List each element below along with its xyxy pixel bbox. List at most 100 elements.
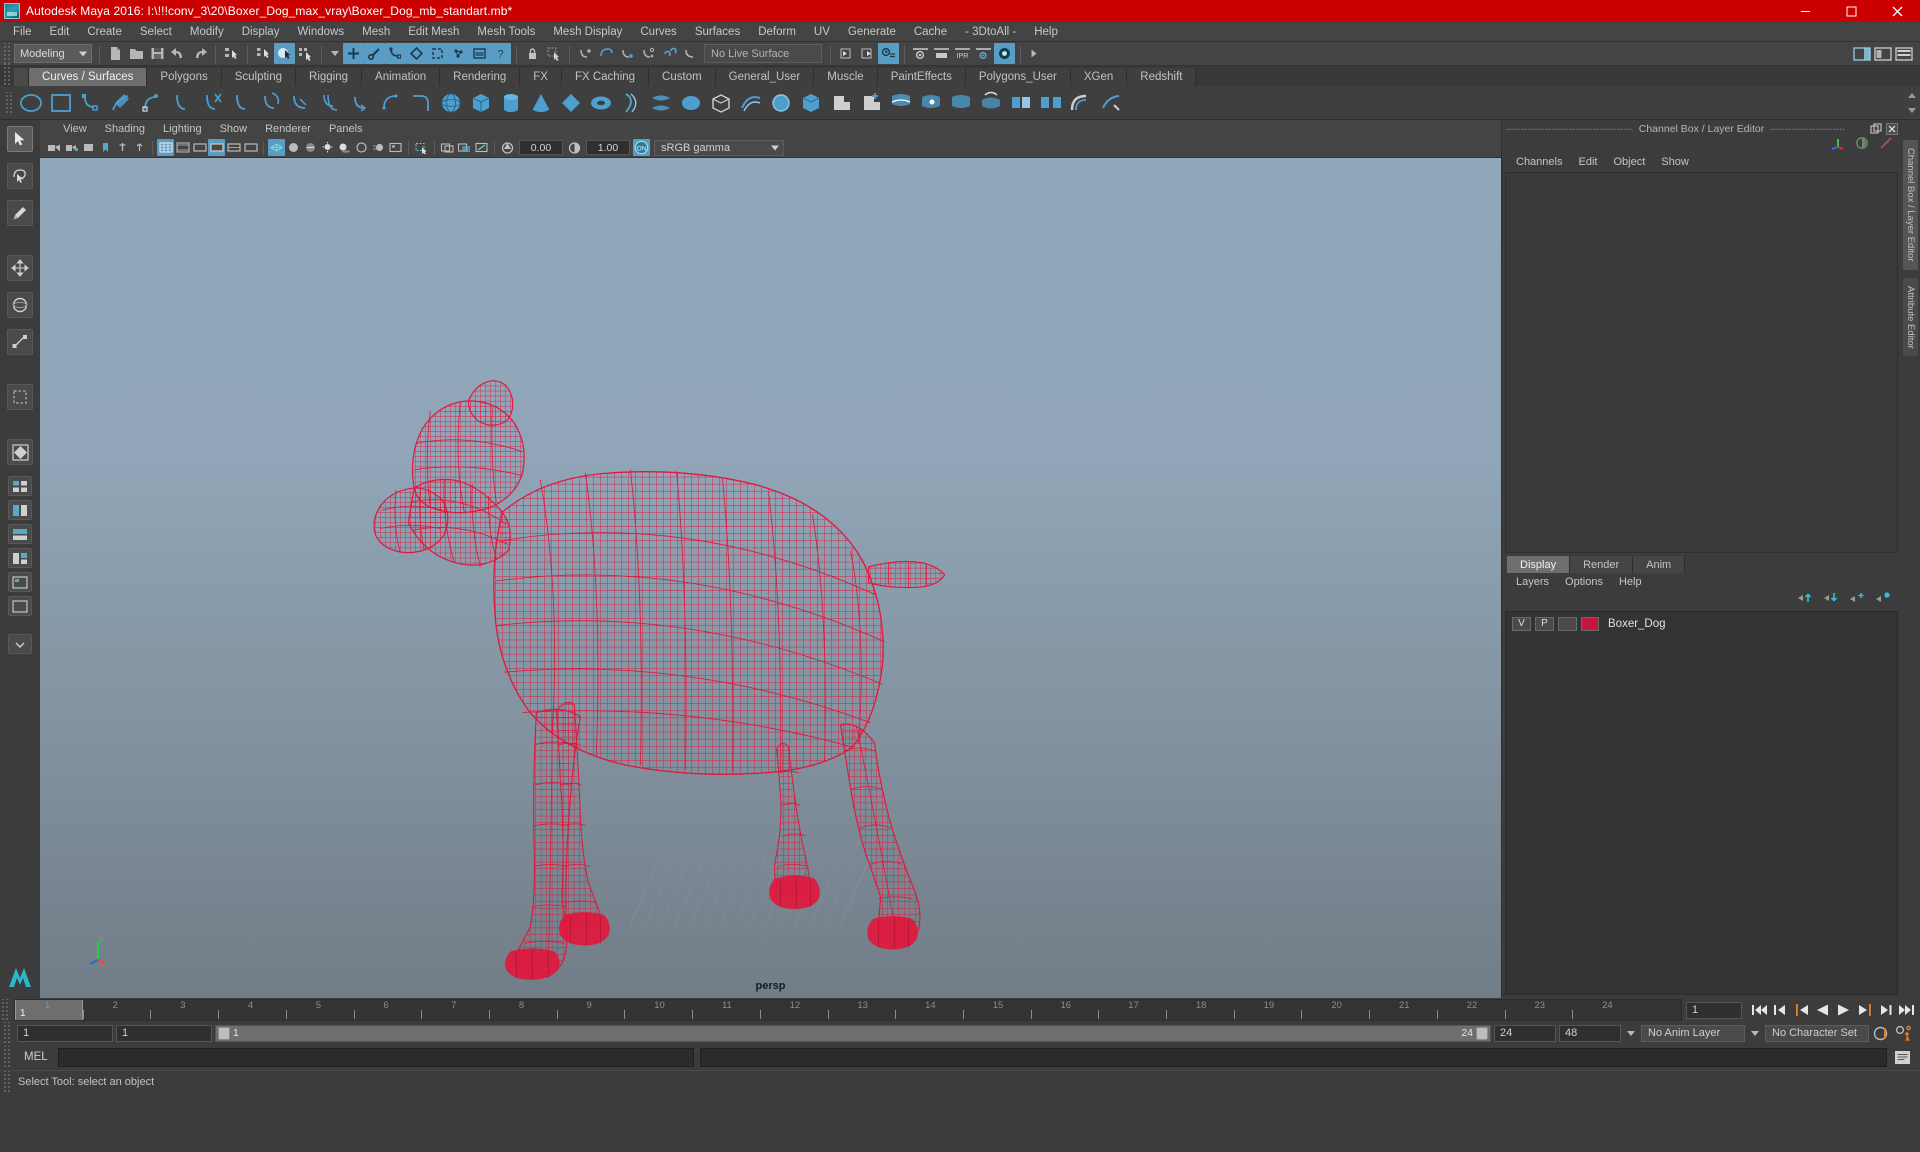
film-gate-icon[interactable] [174,139,191,156]
select-by-line-icon[interactable] [364,43,385,64]
shelf-row-grip[interactable] [4,91,13,114]
help-icon[interactable]: ? [490,43,511,64]
quick-layout-graph-editor[interactable] [8,548,32,568]
loft-icon[interactable] [646,88,676,118]
viewport-menu-panels[interactable]: Panels [320,120,372,138]
close-icon[interactable] [1885,122,1898,135]
range-slider-bar[interactable]: 1 24 [215,1024,1491,1042]
command-line-grip[interactable] [2,1046,11,1068]
range-start-field[interactable]: 1 [17,1024,113,1042]
make-live-icon[interactable] [680,43,701,64]
toolbar-expand-icon[interactable] [1031,49,1037,58]
project-curve-icon[interactable] [976,88,1006,118]
bezier-curve-tool-icon[interactable] [136,88,166,118]
nurbs-cone-icon[interactable] [526,88,556,118]
new-layer-icon[interactable] [1849,591,1865,609]
layer-menu-layers[interactable]: Layers [1508,576,1557,588]
view-transform-toggle-icon[interactable]: ON [633,139,650,156]
undock-icon[interactable] [1869,122,1882,135]
menu-curves[interactable]: Curves [631,22,685,42]
vertical-tab-attribute-editor[interactable]: Attribute Editor [1903,277,1918,357]
anim-end-field[interactable]: 24 [1494,1024,1556,1042]
construction-history-icon[interactable] [878,43,899,64]
viewport-menu-lighting[interactable]: Lighting [154,120,211,138]
step-back-keyframe-icon[interactable] [1771,1001,1790,1020]
new-scene-icon[interactable] [105,43,126,64]
planar-icon[interactable] [676,88,706,118]
viewport-capture-icon[interactable] [473,139,490,156]
select-object-mode-icon[interactable] [274,43,295,64]
lock-icon[interactable] [522,43,543,64]
multisample-icon[interactable] [387,139,404,156]
shelf-tab-redshift[interactable]: Redshift [1127,68,1197,86]
save-scene-icon[interactable] [147,43,168,64]
smooth-shade-all-icon[interactable] [285,139,302,156]
shelf-tab-rendering[interactable]: Rendering [440,68,521,86]
nurbs-cylinder-icon[interactable] [496,88,526,118]
timeline-grip[interactable] [0,999,9,1021]
menu-generate[interactable]: Generate [839,22,905,42]
range-end-field[interactable]: 48 [1559,1024,1621,1042]
viewport-menu-view[interactable]: View [54,120,96,138]
shelf-tab-fx-caching[interactable]: FX Caching [561,68,650,86]
time-slider[interactable]: 1 1 2 3 4 5 6 7 8 9 10 11 12 13 14 15 16 17 18 19 20 21 22 23 24 [14,999,1682,1021]
detach-surfaces-icon[interactable] [1036,88,1066,118]
color-management-selector[interactable]: sRGB gamma [654,139,784,156]
viewport-menu-renderer[interactable]: Renderer [256,120,320,138]
nurbs-square-icon[interactable] [46,88,76,118]
auto-keyframe-icon[interactable] [1872,1024,1891,1043]
revolve-icon[interactable] [616,88,646,118]
shelf-tab-muscle[interactable]: Muscle [814,68,878,86]
select-tool[interactable] [7,126,33,152]
menu-3dtoall[interactable]: - 3DtoAll - [956,22,1025,42]
menu-edit-mesh[interactable]: Edit Mesh [399,22,468,42]
xray-toggle-icon[interactable] [225,139,242,156]
layer-type-toggle[interactable] [1558,616,1577,631]
shelf-tab-custom[interactable]: Custom [649,68,716,86]
untrim-surfaces-icon[interactable] [946,88,976,118]
script-editor-icon[interactable] [1893,1048,1912,1067]
ep-curve-tool-icon[interactable] [76,88,106,118]
snap-to-selection-icon[interactable] [543,43,564,64]
menu-file[interactable]: File [4,22,41,42]
gamma-value[interactable]: 1.00 [586,140,630,155]
range-end-handle[interactable] [1476,1026,1488,1040]
snap-to-projected-center-icon[interactable] [638,43,659,64]
select-by-image-icon[interactable] [469,43,490,64]
use-all-lights-icon[interactable] [319,139,336,156]
layer-list[interactable]: V P Boxer_Dog [1505,611,1898,995]
snap-to-grid-icon[interactable] [575,43,596,64]
display-render-stats-icon[interactable] [1855,136,1869,155]
extrude-icon[interactable] [706,88,736,118]
nurbs-plane-icon[interactable] [556,88,586,118]
wireframe-icon[interactable] [268,139,285,156]
menu-uv[interactable]: UV [805,22,839,42]
quick-layout-persp[interactable] [7,439,33,465]
show-hide-channel-box-icon[interactable] [1851,43,1872,64]
range-slider-grip[interactable] [2,1022,11,1044]
shelf-tab-animation[interactable]: Animation [362,68,441,86]
layer-row-boxer-dog[interactable]: V P Boxer_Dog [1506,615,1897,632]
layer-visibility-toggle[interactable]: V [1512,616,1531,631]
show-output-connections-icon[interactable] [857,43,878,64]
quick-layout-more[interactable] [8,634,32,654]
scale-tool[interactable] [7,329,33,355]
select-by-particle-icon[interactable] [448,43,469,64]
layer-name-label[interactable]: Boxer_Dog [1608,618,1666,630]
shelf-tab-fx[interactable]: FX [520,68,562,86]
open-close-curve-icon[interactable] [256,88,286,118]
nurbs-circle-icon[interactable] [16,88,46,118]
current-frame-field[interactable]: 1 [1686,1001,1742,1019]
insert-knot-icon[interactable] [286,88,316,118]
close-button[interactable] [1874,0,1920,22]
expand-arrow-icon[interactable] [331,51,339,56]
transform-axis-icon[interactable] [1831,136,1845,155]
shadow-toggle-icon[interactable] [336,139,353,156]
menu-display[interactable]: Display [233,22,289,42]
two-sided-lighting-icon[interactable] [131,139,148,156]
offset-curve-icon[interactable] [316,88,346,118]
anim-layer-selector[interactable]: No Anim Layer [1641,1024,1745,1042]
shelf-tab-painteffects[interactable]: PaintEffects [877,68,966,86]
reverse-curve-icon[interactable] [346,88,376,118]
step-back-frame-icon[interactable] [1792,1001,1811,1020]
